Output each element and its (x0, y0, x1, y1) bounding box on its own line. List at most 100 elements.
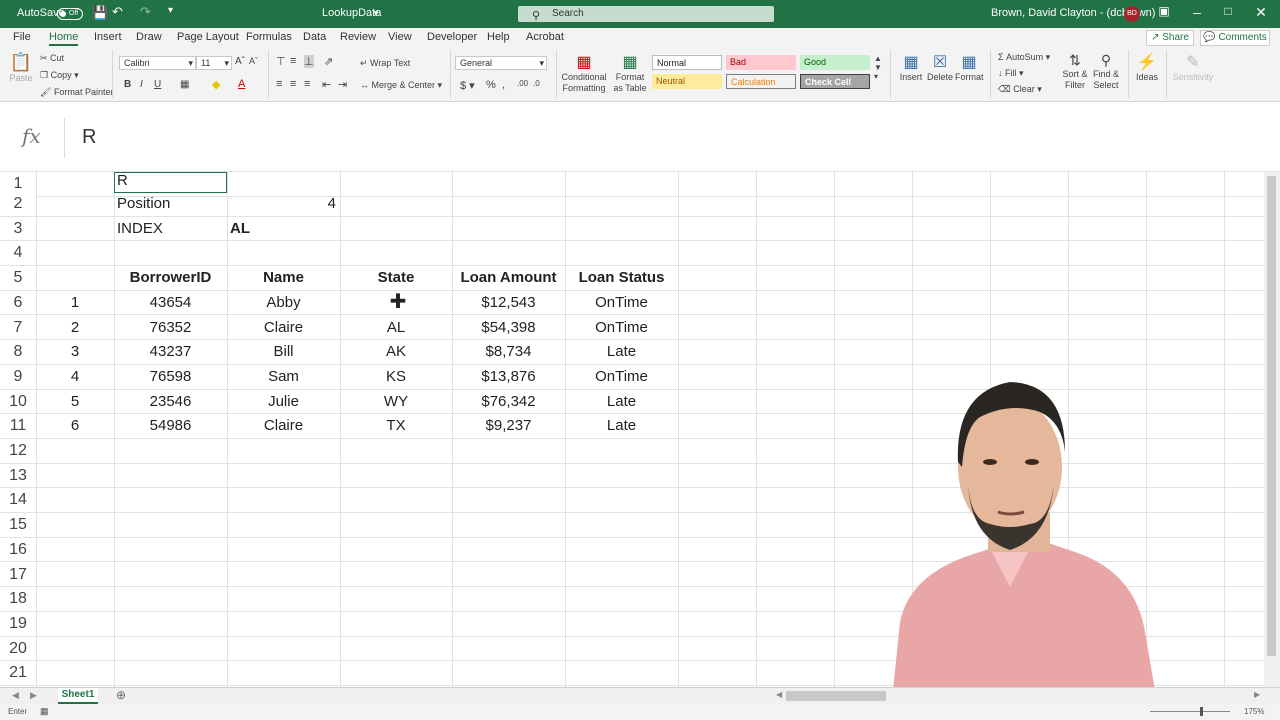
format-as-table-button[interactable]: ▦ Format as Table (610, 52, 650, 94)
sort-filter-button[interactable]: ⇅ Sort & Filter (1060, 52, 1090, 91)
tab-formulas[interactable]: Formulas (246, 31, 292, 43)
row-header[interactable]: 14 (0, 488, 36, 513)
increase-font-icon[interactable]: Aˆ (235, 56, 245, 67)
fill-button[interactable]: ↓ Fill ▾ (998, 68, 1024, 79)
cell-c3[interactable]: AL (227, 217, 340, 241)
next-sheet-icon[interactable]: ▶ (30, 690, 37, 701)
cell-b2[interactable]: Position (114, 192, 227, 216)
loan-status[interactable]: Late (565, 340, 678, 364)
fx-icon[interactable]: fx (22, 124, 41, 148)
close-icon[interactable]: ✕ (1250, 4, 1272, 21)
format-cells-button[interactable]: ▦ Format (955, 52, 984, 82)
align-top-icon[interactable]: ⊤ (276, 55, 286, 68)
paste-button[interactable]: 📋 Paste (8, 52, 34, 83)
row-header[interactable]: 13 (0, 463, 36, 488)
borrower-name[interactable]: Abby (227, 291, 340, 315)
scroll-thumb[interactable] (1267, 176, 1276, 656)
borrower-name[interactable]: Sam (227, 365, 340, 389)
borders-icon[interactable]: ▦ (180, 79, 189, 90)
undo-icon[interactable]: ↶ (112, 4, 123, 20)
loan-amount[interactable]: $9,237 (452, 414, 565, 438)
zoom-slider-thumb[interactable] (1200, 707, 1203, 716)
tab-review[interactable]: Review (340, 31, 376, 43)
currency-icon[interactable]: $ ▾ (460, 79, 475, 92)
borrower-state[interactable]: AL (340, 316, 452, 340)
row-header[interactable]: 4 (0, 241, 36, 266)
align-center-icon[interactable]: ≡ (290, 78, 296, 90)
sensitivity-button[interactable]: ✎ Sensitivity (1170, 52, 1216, 82)
underline-button[interactable]: U (154, 79, 161, 90)
bold-button[interactable]: B (124, 79, 131, 90)
tab-view[interactable]: View (388, 31, 412, 43)
loan-status[interactable]: Late (565, 390, 678, 414)
row-header[interactable]: 9 (0, 364, 36, 389)
header-borrower-id[interactable]: BorrowerID (114, 266, 227, 290)
style-normal[interactable]: Normal (652, 55, 722, 70)
cut-button[interactable]: ✂ Cut (40, 53, 64, 64)
header-name[interactable]: Name (227, 266, 340, 290)
tab-page-layout[interactable]: Page Layout (177, 31, 239, 43)
header-loan-status[interactable]: Loan Status (565, 266, 678, 290)
loan-amount[interactable]: $8,734 (452, 340, 565, 364)
insert-cells-button[interactable]: ▦ Insert (897, 52, 925, 82)
style-check-cell[interactable]: Check Cell (800, 74, 870, 89)
row-header[interactable]: 19 (0, 611, 36, 636)
borrower-id[interactable]: 23546 (114, 390, 227, 414)
loan-amount[interactable]: $54,398 (452, 316, 565, 340)
number-format-select[interactable]: General ▾ (455, 56, 547, 70)
borrower-id[interactable]: 76598 (114, 365, 227, 389)
loan-status[interactable]: OnTime (565, 365, 678, 389)
borrower-state[interactable]: TX (340, 414, 452, 438)
font-name-select[interactable]: Calibri ▾ (119, 56, 196, 70)
percent-icon[interactable]: % (486, 79, 496, 91)
style-good[interactable]: Good (800, 55, 870, 70)
maximize-icon[interactable]: □ (1217, 4, 1239, 18)
tab-insert[interactable]: Insert (94, 31, 122, 43)
row-header[interactable]: 15 (0, 513, 36, 537)
style-neutral[interactable]: Neutral (652, 74, 722, 89)
row-index[interactable]: 4 (36, 365, 114, 389)
redo-icon[interactable]: ↷ (140, 4, 151, 20)
row-header[interactable]: 10 (0, 389, 36, 414)
align-middle-icon[interactable]: ≡ (290, 55, 296, 67)
row-header[interactable]: 3 (0, 216, 36, 241)
ribbon-display-icon[interactable]: ▣ (1153, 4, 1175, 18)
borrower-state[interactable]: AK (340, 340, 452, 364)
scroll-right-icon[interactable]: ▶ (1254, 690, 1260, 699)
row-header[interactable]: 20 (0, 636, 36, 661)
autosum-button[interactable]: Σ AutoSum ▾ (998, 52, 1050, 63)
row-header[interactable]: 21 (0, 661, 36, 685)
comments-button[interactable]: 💬 Comments (1200, 30, 1270, 46)
loan-amount[interactable]: $12,543 (452, 291, 565, 315)
tab-file[interactable]: File (13, 31, 31, 43)
tab-help[interactable]: Help (487, 31, 510, 43)
row-header[interactable]: 18 (0, 587, 36, 611)
loan-amount[interactable]: $76,342 (452, 390, 565, 414)
copy-button[interactable]: ❐ Copy ▾ (40, 70, 79, 81)
indent-decrease-icon[interactable]: ⇤ (322, 78, 331, 91)
cell-c2[interactable]: 4 (227, 192, 340, 216)
comma-icon[interactable]: , (502, 79, 505, 91)
delete-cells-button[interactable]: ☒ Delete (926, 52, 954, 82)
minimize-icon[interactable]: – (1186, 4, 1208, 20)
tab-home[interactable]: Home (49, 31, 79, 46)
row-index[interactable]: 6 (36, 414, 114, 438)
borrower-state[interactable]: KS (340, 365, 452, 389)
row-header[interactable]: 12 (0, 439, 36, 463)
header-state[interactable]: State (340, 266, 452, 290)
tab-developer[interactable]: Developer (427, 31, 477, 43)
styles-scroll-icon[interactable]: ▲ ▼ ▾ (874, 54, 882, 81)
row-header[interactable]: 16 (0, 537, 36, 562)
row-index[interactable]: 3 (36, 340, 114, 364)
fill-color-icon[interactable]: ◆ (212, 78, 220, 91)
decrease-decimal-icon[interactable]: .0 (533, 79, 540, 88)
tab-acrobat[interactable]: Acrobat (526, 31, 564, 43)
tab-data[interactable]: Data (303, 31, 326, 43)
prev-sheet-icon[interactable]: ◀ (12, 690, 19, 701)
loan-status[interactable]: OnTime (565, 291, 678, 315)
conditional-formatting-button[interactable]: ▦ Conditional Formatting (560, 52, 608, 94)
autosave-toggle[interactable]: Off (57, 8, 83, 20)
ideas-button[interactable]: ⚡ Ideas (1134, 52, 1160, 82)
borrower-id[interactable]: 43654 (114, 291, 227, 315)
merge-center-button[interactable]: ↔ Merge & Center ▾ (360, 80, 442, 91)
